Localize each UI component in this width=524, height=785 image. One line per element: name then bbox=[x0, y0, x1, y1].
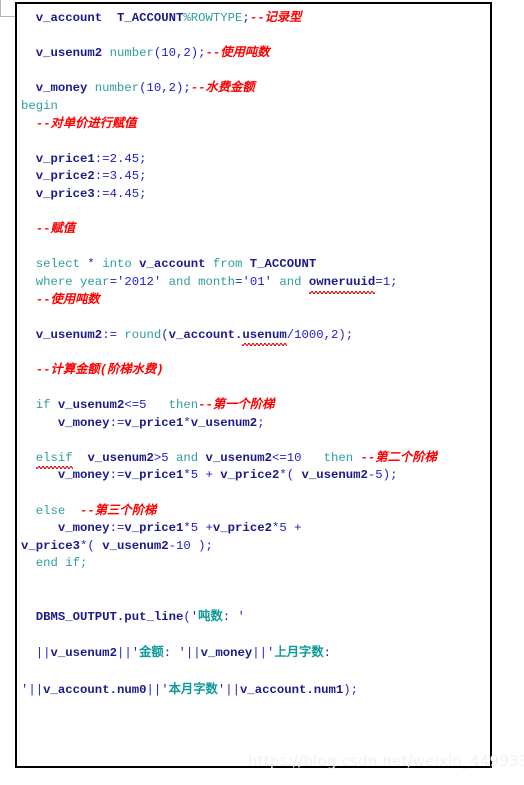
code-line: v_usenum2:= round(v_account.usenum/1000,… bbox=[21, 327, 486, 346]
code-line: begin bbox=[21, 98, 58, 113]
code-line: select * into v_account from T_ACCOUNT bbox=[21, 257, 317, 272]
code-line: v_usenum2 number(10,2);--使用吨数 bbox=[21, 46, 270, 61]
code-line: --对单价进行赋值 bbox=[21, 116, 137, 131]
code-block-frame: v_account T_ACCOUNT%ROWTYPE;--记录型 v_usen… bbox=[15, 2, 492, 768]
code-line: v_price1:=2.45; bbox=[21, 151, 147, 166]
code-line: v_price2:=3.45; bbox=[21, 169, 147, 184]
code-line: --计算金额(阶梯水费) bbox=[21, 362, 164, 377]
code-line: v_money number(10,2);--水费金额 bbox=[21, 81, 255, 96]
code-line: elsif v_usenum2>5 and v_usenum2<=10 then… bbox=[21, 450, 486, 469]
code-line: v_price3*( v_usenum2-10 ); bbox=[21, 538, 213, 553]
code-line: where year='2012' and month='01' and own… bbox=[21, 274, 486, 294]
frame-corner-mark bbox=[0, 0, 15, 17]
code-line: if v_usenum2<=5 then--第一个阶梯 bbox=[21, 398, 275, 413]
code-line: --赋值 bbox=[21, 222, 76, 237]
code-line: --使用吨数 bbox=[21, 292, 100, 307]
code-line: ||v_usenum2||'金额: '||v_money||'上月字数: bbox=[21, 645, 332, 661]
code-line: v_money:=v_price1*v_usenum2; bbox=[21, 415, 265, 430]
code-line: else --第三个阶梯 bbox=[21, 503, 157, 518]
code-content[interactable]: v_account T_ACCOUNT%ROWTYPE;--记录型 v_usen… bbox=[17, 4, 490, 766]
code-line: v_price3:=4.45; bbox=[21, 186, 147, 201]
code-line: v_money:=v_price1*5 +v_price2*5 + bbox=[21, 521, 302, 536]
code-line: v_account T_ACCOUNT%ROWTYPE;--记录型 bbox=[21, 11, 302, 25]
code-line: '||v_account.num0||'本月字数'||v_account.num… bbox=[21, 681, 359, 697]
watermark-text: https://blog.csdn.net/weixin_44993313 bbox=[248, 752, 524, 770]
code-line: DBMS_OUTPUT.put_line('吨数: ' bbox=[21, 609, 245, 625]
code-line: v_money:=v_price1*5 + v_price2*( v_usenu… bbox=[21, 468, 398, 483]
code-line: end if; bbox=[21, 556, 88, 571]
